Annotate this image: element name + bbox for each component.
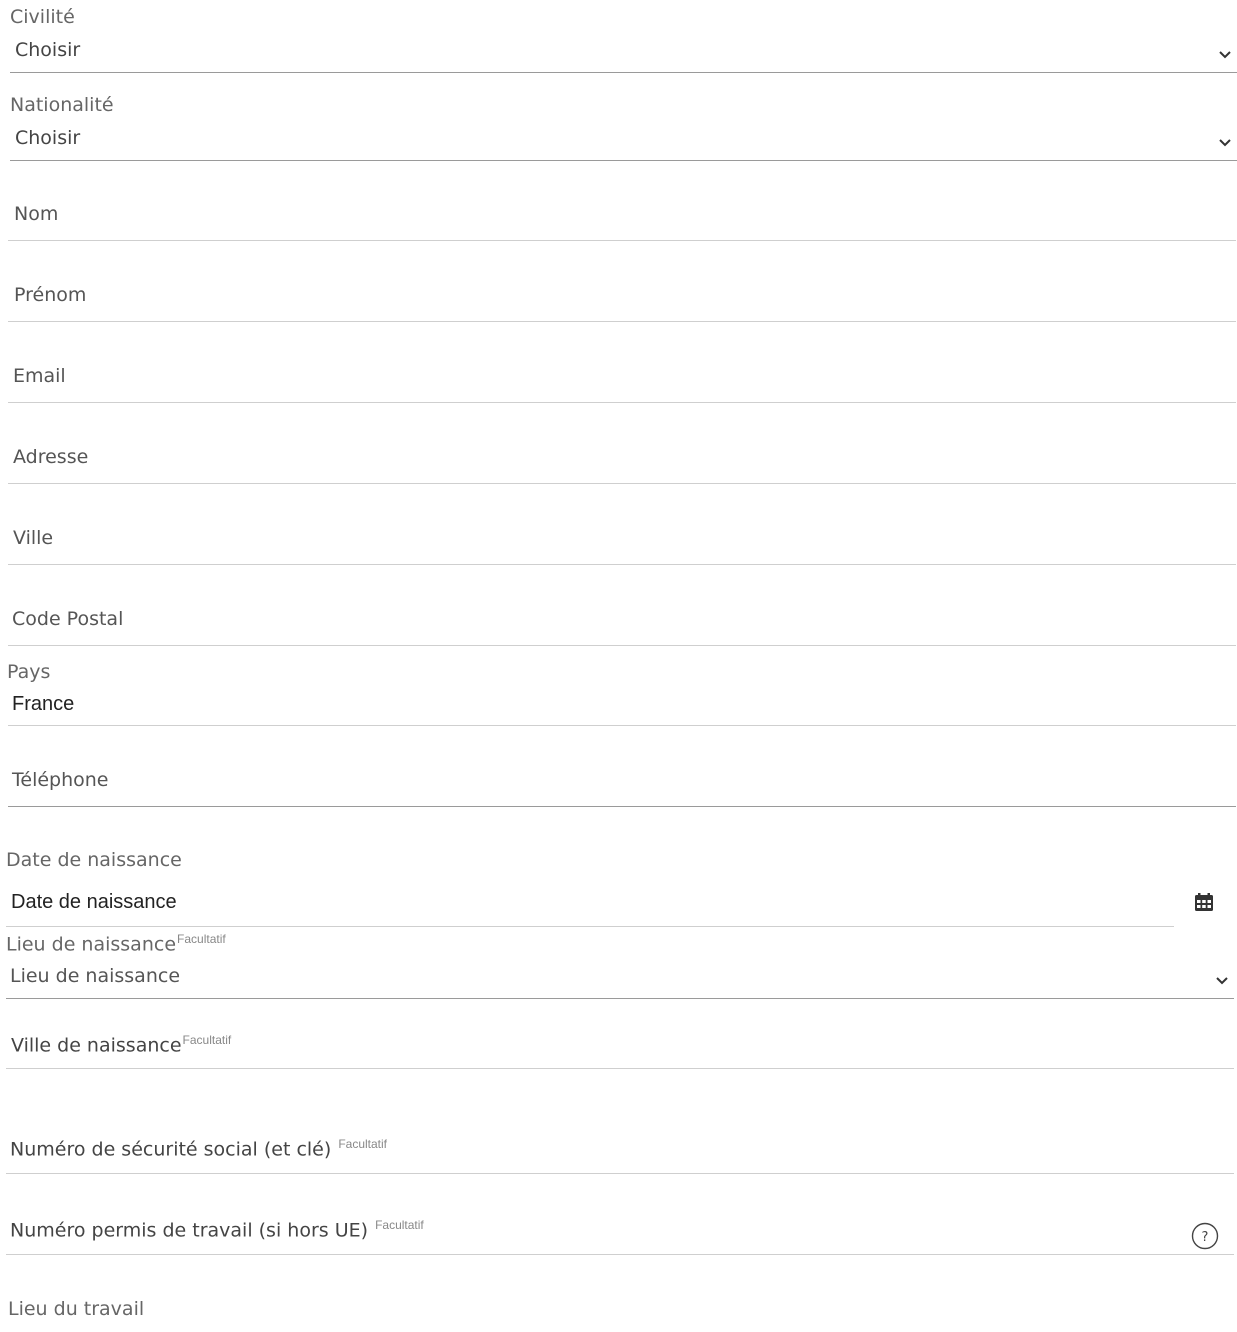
code-postal-underline [8,645,1236,646]
email-underline [8,402,1236,403]
lieu-naissance-label-text: Lieu de naissance [6,933,177,956]
ville-naissance-placeholder-text: Ville de naissance [11,1034,182,1057]
date-naissance-label: Date de naissance [6,849,182,871]
prenom-underline [8,321,1236,322]
question-circle-icon[interactable]: ? [1191,1222,1219,1250]
date-naissance-input[interactable] [6,880,1174,924]
civilite-value: Choisir [15,39,81,61]
ville-naissance-underline [6,1068,1234,1069]
code-postal-input[interactable] [8,595,1236,645]
lieu-naissance-select[interactable] [6,958,1234,998]
lieu-naissance-underline [6,998,1234,999]
ville-input[interactable] [8,514,1236,564]
nationalite-select[interactable] [8,120,1236,160]
nom-input[interactable] [8,190,1236,240]
chevron-down-icon [1216,977,1228,985]
nationalite-value: Choisir [15,127,81,149]
chevron-down-icon [1219,139,1231,147]
pays-underline [8,725,1236,726]
ville-naissance-placeholder: Ville de naissanceFacultatif [11,1034,231,1055]
permis-placeholder: Numéro permis de travail (si hors UE) Fa… [10,1219,424,1240]
optional-badge: Facultatif [182,1033,232,1047]
nationalite-underline [10,160,1237,161]
lieu-naissance-label: Lieu de naissanceFacultatif [6,933,226,954]
email-input[interactable] [8,352,1236,402]
calendar-icon[interactable] [1194,892,1214,912]
date-naissance-placeholder: Date de naissance [11,891,177,913]
ville-placeholder: Ville [13,527,54,549]
pays-input[interactable] [8,686,1236,724]
adresse-input[interactable] [8,433,1236,483]
ville-underline [8,564,1236,565]
email-placeholder: Email [13,365,66,387]
chevron-down-icon [1219,51,1231,59]
permis-underline [6,1254,1234,1255]
secu-underline [6,1173,1234,1174]
prenom-placeholder: Prénom [14,284,87,306]
svg-text:?: ? [1202,1230,1209,1245]
adresse-underline [8,483,1236,484]
prenom-input[interactable] [8,271,1236,321]
pays-value: France [12,693,75,715]
nom-underline [8,240,1236,241]
pays-label: Pays [7,661,51,683]
permis-placeholder-text: Numéro permis de travail (si hors UE) [10,1219,369,1242]
civilite-select[interactable] [8,32,1236,72]
lieu-naissance-placeholder: Lieu de naissance [10,965,181,987]
optional-badge: Facultatif [177,932,226,946]
optional-badge: Facultatif [375,1218,424,1232]
secu-placeholder-text: Numéro de sécurité social (et clé) [10,1138,332,1161]
telephone-placeholder: Téléphone [12,769,109,791]
civilite-label: Civilité [10,6,75,28]
civilite-underline [10,72,1237,73]
telephone-input[interactable] [8,756,1236,806]
secu-placeholder: Numéro de sécurité social (et clé) Facul… [10,1138,387,1159]
optional-badge: Facultatif [338,1137,388,1151]
telephone-underline [8,806,1236,807]
date-naissance-underline [6,926,1174,927]
code-postal-placeholder: Code Postal [12,608,124,630]
nationalite-label: Nationalité [10,94,114,116]
nom-placeholder: Nom [14,203,59,225]
adresse-placeholder: Adresse [13,446,89,468]
lieu-travail-label: Lieu du travail [8,1298,145,1320]
